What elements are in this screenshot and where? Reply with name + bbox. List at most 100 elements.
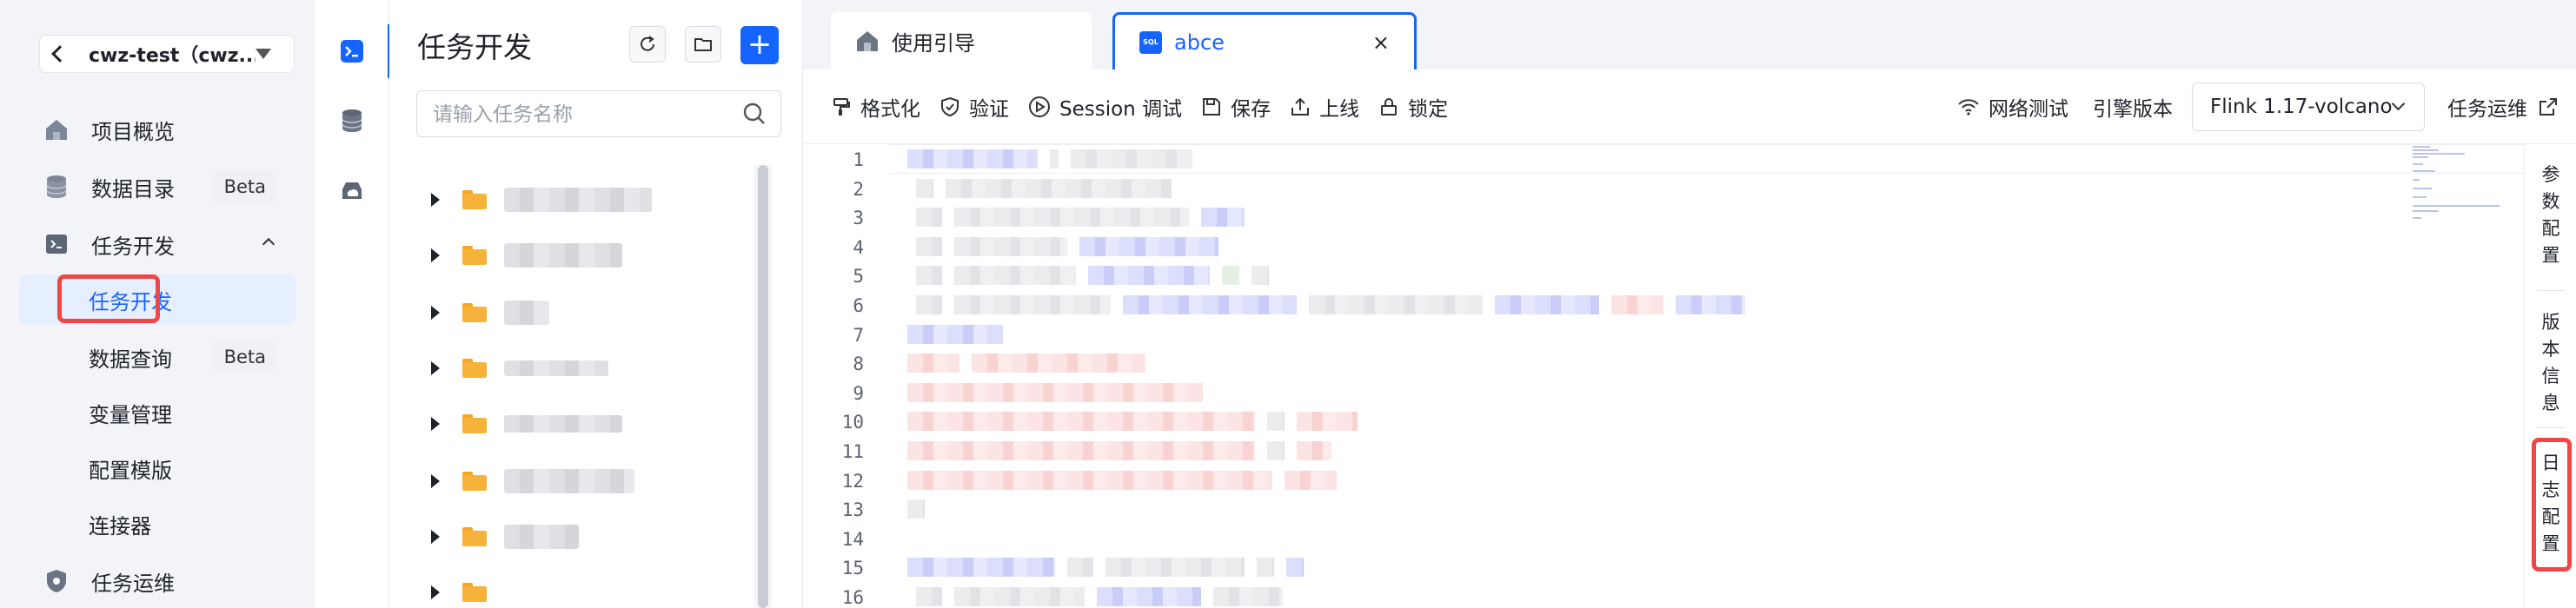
chevron-down-icon	[2391, 96, 2406, 111]
expand-arrow-icon[interactable]	[431, 530, 440, 544]
vtab-version[interactable]: 版本信息	[2525, 309, 2576, 417]
lock-label: 锁定	[1408, 97, 1449, 121]
caret-down-icon[interactable]	[256, 49, 271, 59]
expand-arrow-icon[interactable]	[431, 193, 440, 207]
tree-folder-row[interactable]	[431, 351, 608, 386]
cloud-storage-icon[interactable]	[335, 174, 368, 207]
nav-item-overview[interactable]: 项目概览	[39, 104, 295, 155]
save-button[interactable]: 保存	[1201, 92, 1271, 122]
expand-arrow-icon[interactable]	[431, 474, 440, 488]
expand-arrow-icon[interactable]	[431, 585, 440, 599]
redacted-token	[954, 236, 1067, 256]
folder-icon	[462, 583, 487, 602]
expand-arrow-icon[interactable]	[431, 361, 440, 375]
upload-icon	[1291, 97, 1310, 116]
line-number: 3	[853, 208, 864, 229]
chevron-up-icon[interactable]	[262, 237, 276, 251]
nav-item-task-ops[interactable]: 任务运维	[39, 556, 295, 606]
right-side-panel: 参数配置 版本信息 日志配置	[2524, 144, 2576, 608]
task-ops-link[interactable]: 任务运维	[2447, 92, 2559, 122]
line-number: 6	[853, 295, 864, 316]
verify-button[interactable]: 验证	[939, 92, 1009, 122]
session-debug-label: Session 调试	[1059, 97, 1183, 121]
nav-sub-connectors[interactable]: 连接器	[19, 499, 295, 549]
tool-icon-strip	[315, 0, 391, 608]
redacted-token	[1611, 295, 1663, 314]
line-number: 4	[853, 236, 864, 258]
tab-guide[interactable]: 使用引导	[831, 12, 1092, 69]
sql-editor-icon[interactable]	[335, 35, 368, 68]
tree-folder-row[interactable]	[431, 575, 487, 608]
network-test-button[interactable]: 网络测试	[1957, 92, 2068, 122]
back-icon[interactable]	[40, 36, 75, 71]
home-icon	[857, 31, 878, 51]
tab-abce[interactable]: SQL abce ×	[1112, 12, 1417, 69]
redacted-token	[1257, 558, 1274, 578]
tree-folder-row[interactable]	[431, 519, 579, 554]
expand-arrow-icon[interactable]	[431, 248, 440, 262]
divider	[2537, 427, 2565, 428]
scrollbar-thumb[interactable]	[758, 165, 768, 608]
sql-code-editor[interactable]: 1234567891011121314151617	[803, 144, 2524, 608]
refresh-button[interactable]	[629, 26, 666, 63]
database-icon[interactable]	[335, 104, 368, 137]
line-number: 11	[841, 441, 864, 462]
redacted-token	[954, 295, 1111, 314]
redacted-token	[1267, 412, 1285, 432]
line-number: 14	[841, 528, 864, 550]
tree-folder-row[interactable]	[431, 295, 549, 330]
tree-folder-row[interactable]	[431, 464, 634, 499]
highlight-box-task-dev	[57, 274, 160, 323]
nav-sub-templates[interactable]: 配置模版	[19, 443, 295, 493]
refresh-icon	[641, 36, 654, 51]
redacted-token	[1267, 441, 1285, 460]
redacted-token	[1286, 558, 1304, 578]
folder-name-redacted	[504, 301, 549, 325]
project-selector[interactable]: cwz-test（cwz...	[39, 35, 295, 73]
project-name: cwz-test（cwz...	[89, 45, 256, 67]
code-minimap[interactable]	[2402, 144, 2515, 248]
folder-icon	[462, 472, 487, 491]
code-line-redacted	[907, 441, 1331, 460]
engine-version-select[interactable]: Flink 1.17-volcano	[2192, 82, 2425, 131]
tree-folder-row[interactable]	[431, 238, 622, 273]
save-label: 保存	[1231, 97, 1271, 121]
format-button[interactable]: 格式化	[831, 92, 920, 122]
line-number: 5	[853, 266, 864, 287]
tree-folder-row[interactable]	[431, 182, 652, 217]
tab-bar: 使用引导 SQL abce ×	[803, 0, 2576, 69]
task-search-box[interactable]	[416, 90, 781, 137]
close-icon[interactable]: ×	[1372, 30, 1390, 55]
publish-label: 上线	[1319, 97, 1360, 121]
expand-arrow-icon[interactable]	[431, 306, 440, 320]
lock-button[interactable]: 锁定	[1378, 92, 1448, 122]
session-debug-button[interactable]: Session 调试	[1028, 92, 1182, 122]
nav-sub-variables[interactable]: 变量管理	[19, 387, 295, 438]
folder-icon	[462, 527, 487, 546]
redacted-token	[1097, 587, 1201, 606]
vtab-params[interactable]: 参数配置	[2525, 162, 2576, 269]
folder-icon	[462, 414, 487, 433]
redacted-token	[907, 324, 1003, 344]
code-line-redacted	[907, 178, 1172, 198]
code-line-redacted	[907, 412, 1358, 432]
format-brush-icon	[833, 97, 850, 116]
nav-label: 任务开发	[91, 234, 175, 259]
code-line-redacted	[907, 470, 1337, 490]
new-folder-button[interactable]	[685, 26, 721, 63]
nav-item-catalog[interactable]: 数据目录 Beta	[39, 162, 295, 212]
network-test-label: 网络测试	[1988, 97, 2068, 121]
shield-gear-icon	[43, 567, 70, 595]
redacted-token	[907, 412, 1255, 432]
nav-item-task-dev[interactable]: 任务开发	[39, 219, 295, 269]
nav-sub-data-query[interactable]: 数据查询 Beta	[19, 332, 295, 382]
publish-button[interactable]: 上线	[1290, 92, 1359, 122]
task-search-input[interactable]	[433, 102, 740, 126]
verify-label: 验证	[969, 97, 1009, 121]
wifi-icon	[1958, 98, 1979, 116]
expand-arrow-icon[interactable]	[431, 417, 440, 431]
search-icon[interactable]	[740, 100, 768, 128]
redacted-token	[1071, 149, 1192, 169]
add-task-button[interactable]: +	[740, 26, 779, 64]
tree-folder-row[interactable]	[431, 406, 622, 441]
